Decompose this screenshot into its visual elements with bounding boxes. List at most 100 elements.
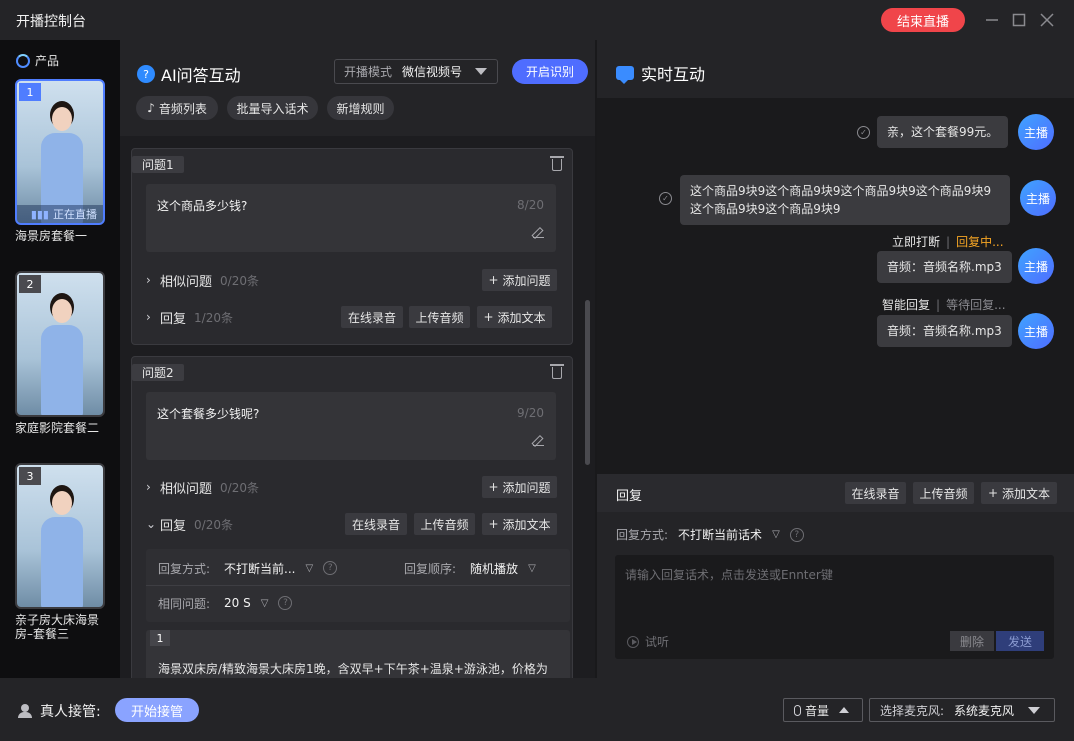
trash-icon[interactable]: [550, 156, 564, 171]
reply-item[interactable]: 1 海景双床房/精致海景大床房1晚，含双早+下午茶+温泉+游泳池，价格为: [146, 630, 570, 678]
close-icon[interactable]: [1038, 11, 1056, 29]
record-online-button[interactable]: 在线录音: [341, 306, 403, 328]
presenter-image: [39, 295, 85, 415]
product-card-3[interactable]: 3: [15, 463, 105, 609]
ai-qa-title-label: AI问答互动: [161, 66, 241, 85]
similar-questions-row[interactable]: › 相似问题 0/20条 + 添加问题: [146, 476, 558, 498]
reply-label: 回复: [160, 518, 187, 534]
live-mode-select[interactable]: 开播模式 微信视频号: [334, 59, 498, 84]
window-title: 开播控制台: [16, 14, 86, 30]
reply-count: 1/20条: [194, 310, 233, 325]
plus-icon: +: [488, 273, 499, 287]
chat-bubble-icon: [616, 66, 634, 84]
product-number: 3: [19, 467, 41, 485]
app-window: 开播控制台 结束直播 产品 1 ▮▮▮ 正在直播 海景房套餐一 2 家庭影院套餐…: [0, 0, 1074, 741]
message-type: 立即打断: [892, 235, 941, 249]
live-mode-label: 开播模式: [344, 65, 393, 79]
product-icon: [16, 53, 30, 68]
add-text-button[interactable]: + 添加文本: [477, 306, 552, 328]
message-meta: 立即打断 | 回复中...: [892, 235, 1004, 249]
chevron-down-icon: ▽: [772, 529, 780, 540]
music-note-icon: ♪: [147, 101, 155, 115]
plus-icon: +: [483, 310, 494, 324]
chat-bubble: 亲，这个套餐99元。: [877, 116, 1009, 148]
edit-icon[interactable]: [533, 227, 544, 238]
chat-bubble-line: 这个商品9块9这个商品9块9: [690, 202, 841, 216]
same-question-label: 相同问题:: [158, 596, 211, 611]
reply-label: 回复: [160, 311, 187, 327]
presenter-image: [39, 487, 85, 607]
record-online-button[interactable]: 在线录音: [845, 482, 906, 504]
ai-qa-header: ? AI问答互动 开播模式 微信视频号 开启识别 ♪ 音频列表 批量导入话术 新…: [120, 40, 595, 136]
avatar: 主播: [1020, 180, 1056, 216]
chevron-down-icon: ▽: [305, 562, 314, 574]
product-header: 产品: [16, 52, 59, 69]
microphone-icon: [794, 704, 801, 716]
end-live-button[interactable]: 结束直播: [881, 8, 965, 32]
maximize-icon[interactable]: [1010, 11, 1028, 29]
microphone-select-label: 选择麦克风:: [880, 703, 945, 718]
product-number: 2: [19, 275, 41, 293]
reply-row[interactable]: ⌄ 回复 0/20条 在线录音 上传音频 + 添加文本: [146, 513, 558, 535]
realtime-header: 实时互动: [597, 40, 1074, 98]
caret-down-icon: [475, 68, 487, 75]
reply-row[interactable]: › 回复 1/20条 在线录音 上传音频 + 添加文本: [146, 306, 558, 328]
volume-button[interactable]: 音量: [783, 698, 863, 722]
record-online-button[interactable]: 在线录音: [345, 513, 407, 535]
minimize-icon[interactable]: [983, 11, 1001, 29]
add-question-button[interactable]: + 添加问题: [482, 476, 557, 498]
reply-toolbar: 回复 在线录音 上传音频 + 添加文本: [597, 474, 1074, 512]
avatar: 主播: [1018, 114, 1054, 150]
product-name-2: 家庭影院套餐二: [15, 421, 100, 435]
batch-import-chip[interactable]: 批量导入话术: [227, 96, 318, 120]
ai-qa-title: ? AI问答互动: [137, 62, 241, 86]
listen-button[interactable]: 试听: [627, 633, 669, 650]
title-bar: 开播控制台 结束直播: [0, 0, 1074, 40]
add-text-button[interactable]: + 添加文本: [482, 513, 557, 535]
chevron-right-icon: ›: [146, 273, 151, 287]
realtime-panel: 实时互动 ✓ 亲，这个套餐99元。 主播 ✓ 这个商品9块9这个商品9块9这个商…: [597, 40, 1074, 678]
audio-list-chip[interactable]: ♪ 音频列表: [136, 96, 218, 120]
trash-icon[interactable]: [550, 364, 564, 379]
product-sidebar: 产品 1 ▮▮▮ 正在直播 海景房套餐一 2 家庭影院套餐二 3 亲子房大床海景…: [0, 40, 120, 678]
question-input[interactable]: 这个套餐多少钱呢? 9/20: [146, 392, 556, 460]
help-icon[interactable]: ?: [278, 596, 293, 610]
send-button[interactable]: 发送: [996, 631, 1044, 651]
reply-order-label: 回复顺序:: [404, 561, 457, 576]
start-recognition-button[interactable]: 开启识别: [512, 59, 588, 84]
reply-mode-label: 回复方式:: [158, 561, 211, 576]
delete-button[interactable]: 删除: [950, 631, 994, 651]
same-question-value: 20 S: [224, 596, 251, 610]
add-question-button[interactable]: + 添加问题: [482, 269, 557, 291]
reply-mode-row[interactable]: 回复方式: 不打断当前话术 ▽ ?: [616, 526, 804, 543]
help-icon[interactable]: ?: [323, 561, 338, 575]
reply-order-row[interactable]: 回复顺序: 随机播放 ▽: [404, 559, 546, 577]
listen-label: 试听: [645, 635, 670, 649]
question-input[interactable]: 这个商品多少钱? 8/20: [146, 184, 556, 252]
bottom-bar: 真人接管: 开始接管 音量 选择麦克风: 系统麦克风: [0, 678, 1074, 741]
same-question-row[interactable]: 相同问题: 20 S ▽ ?: [158, 594, 293, 612]
edit-icon[interactable]: [533, 435, 544, 446]
microphone-select[interactable]: 选择麦克风: 系统麦克风: [869, 698, 1055, 722]
product-header-label: 产品: [35, 54, 60, 68]
chat-bubble-line: 这个商品9块9这个商品9块9这个商品9块9这个商品9块9: [690, 184, 992, 198]
scrollbar[interactable]: [585, 300, 590, 465]
reply-mode-row[interactable]: 回复方式: 不打断当前... ▽ ?: [158, 559, 338, 577]
plus-icon: +: [488, 480, 499, 494]
start-takeover-button[interactable]: 开始接管: [115, 698, 199, 722]
product-card-1[interactable]: 1 ▮▮▮ 正在直播: [15, 79, 105, 225]
reply-textarea[interactable]: 请输入回复话术，点击发送或Ennter键 试听 删除 发送: [615, 555, 1054, 659]
add-rule-chip[interactable]: 新增规则: [327, 96, 394, 120]
product-card-2[interactable]: 2: [15, 271, 105, 417]
upload-audio-button[interactable]: 上传音频: [414, 513, 475, 535]
similar-questions-row[interactable]: › 相似问题 0/20条 + 添加问题: [146, 269, 558, 291]
upload-audio-button[interactable]: 上传音频: [409, 306, 470, 328]
audio-bubble[interactable]: 音频：音频名称.mp3: [877, 315, 1012, 347]
chevron-down-icon: ⌄: [146, 517, 157, 531]
upload-audio-button[interactable]: 上传音频: [913, 482, 974, 504]
caret-up-icon: [839, 707, 850, 713]
audio-bubble[interactable]: 音频：音频名称.mp3: [877, 251, 1012, 283]
help-icon[interactable]: ?: [789, 527, 804, 542]
question-text: 这个商品多少钱?: [157, 199, 248, 213]
add-text-button[interactable]: + 添加文本: [981, 482, 1057, 504]
